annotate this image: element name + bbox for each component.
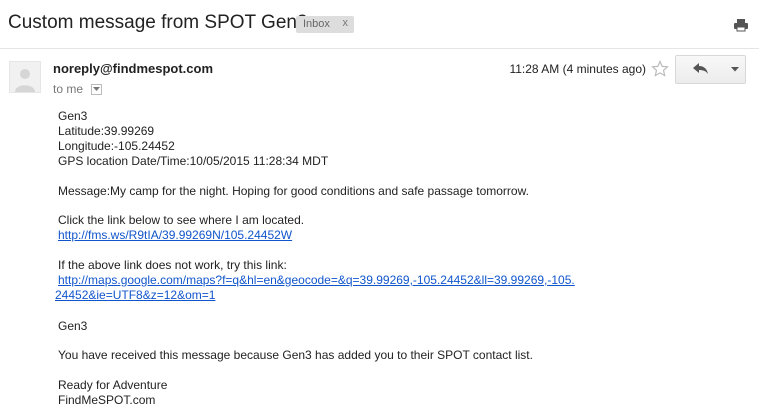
body-link-intro: Click the link below to see where I am l… — [58, 213, 305, 227]
inbox-label-text: Inbox — [303, 18, 330, 30]
chevron-down-icon — [93, 87, 100, 91]
maps-link-line2[interactable]: 24452&ie=UTF8&z=12&om=1 — [55, 288, 215, 303]
body-longitude: Longitude:-105.24452 — [58, 139, 175, 153]
subject-bar: Custom message from SPOT Gen3 Inbox x — [0, 0, 759, 49]
chevron-down-icon — [731, 67, 739, 72]
star-icon[interactable] — [651, 60, 669, 78]
body-fallback-intro: If the above link does not work, try thi… — [58, 258, 287, 272]
show-details-toggle[interactable] — [91, 84, 102, 95]
email-timestamp: 11:28 AM (4 minutes ago) — [509, 62, 646, 76]
reply-icon — [693, 63, 708, 74]
inbox-label[interactable]: Inbox x — [296, 16, 354, 33]
remove-label-button[interactable]: x — [343, 17, 349, 29]
body-message: Message:My camp for the night. Hoping fo… — [58, 184, 529, 198]
recipient-label: to me — [53, 82, 84, 96]
body-notice: You have received this message because G… — [58, 348, 533, 362]
body-closing-line2: FindMeSPOT.com — [58, 393, 156, 407]
reply-button[interactable] — [675, 55, 727, 84]
body-latitude: Latitude:39.99269 — [58, 124, 155, 138]
body-signature-device: Gen3 — [58, 319, 88, 333]
email-subject: Custom message from SPOT Gen3 — [8, 12, 308, 33]
body-gps-time: GPS location Date/Time:10/05/2015 11:28:… — [58, 154, 329, 168]
location-short-link[interactable]: http://fms.ws/R9tIA/39.99269N/105.24452W — [58, 228, 292, 243]
maps-link-line1[interactable]: http://maps.google.com/maps?f=q&hl=en&ge… — [58, 273, 575, 288]
avatar-placeholder-icon — [15, 69, 35, 92]
more-actions-button[interactable] — [725, 55, 746, 84]
print-icon[interactable] — [733, 17, 749, 33]
body-device: Gen3 — [58, 109, 88, 123]
sender-address[interactable]: noreply@findmespot.com — [53, 61, 213, 76]
body-closing-line1: Ready for Adventure — [58, 378, 168, 392]
sender-avatar — [9, 61, 41, 93]
